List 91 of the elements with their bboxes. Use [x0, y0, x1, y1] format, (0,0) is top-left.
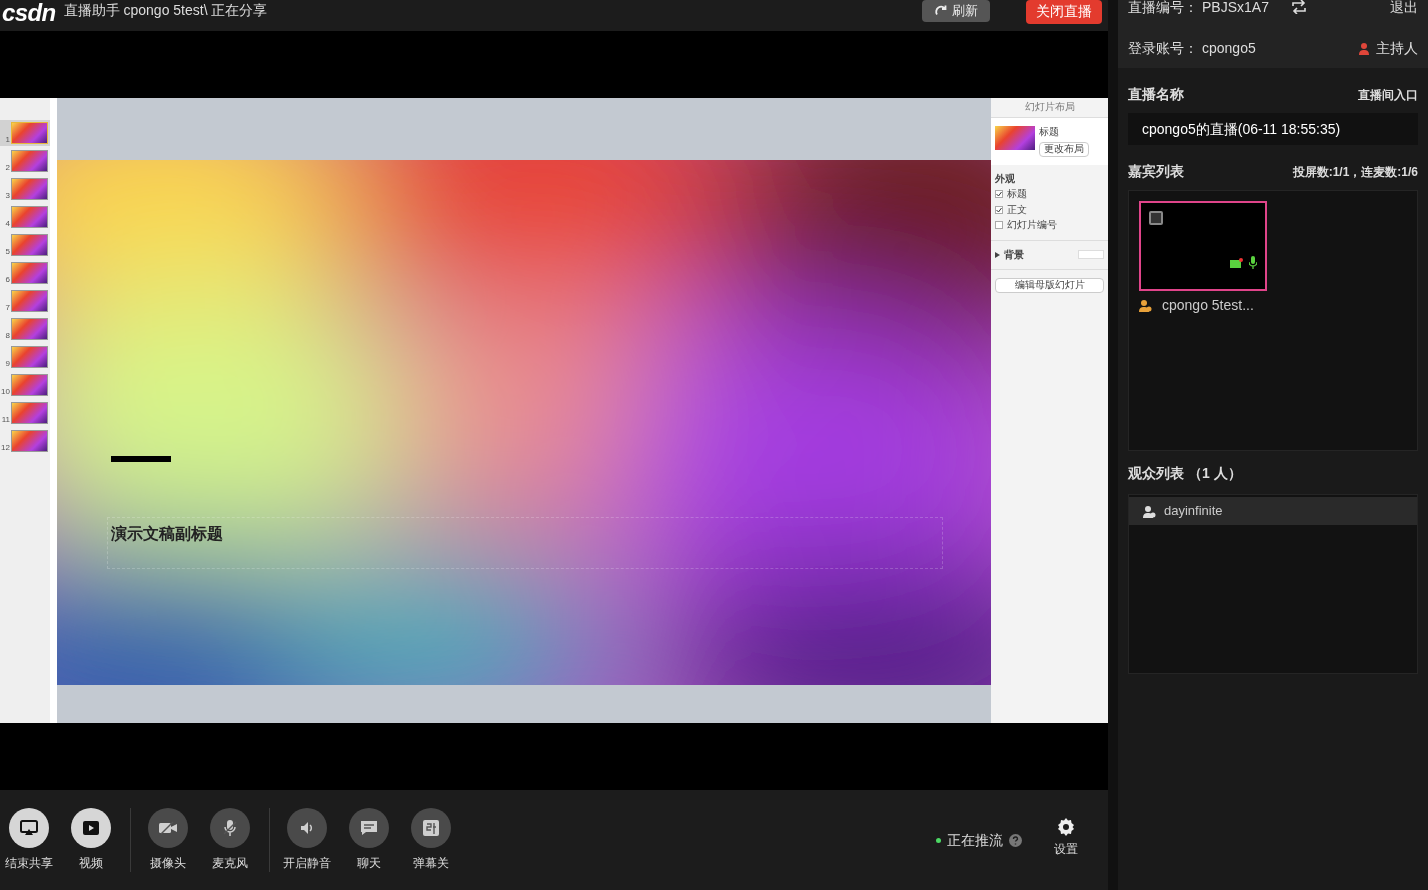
speaker-icon: [299, 820, 315, 836]
checkbox[interactable]: [995, 205, 1003, 214]
logout-link[interactable]: 退出: [1390, 0, 1418, 18]
checkbox-icon[interactable]: [1149, 211, 1163, 225]
live-id-label: 直播编号：: [1128, 0, 1198, 17]
refresh-icon: [934, 3, 948, 18]
thumbnail-image: [11, 346, 48, 368]
guest-stats: 投屏数:1/1，连麦数:1/6: [1292, 163, 1418, 181]
refresh-button[interactable]: 刷新: [922, 0, 990, 22]
host-role: 主持人: [1376, 39, 1418, 58]
option-label: 标题: [1007, 188, 1027, 201]
slide-subtitle: 演示文稿副标题: [111, 524, 223, 544]
slide-number: 1: [4, 136, 10, 144]
thumbnail-image: [11, 178, 48, 200]
settings-icon: [1057, 818, 1075, 836]
section-title: 嘉宾列表: [1128, 162, 1184, 181]
slide-thumbnail[interactable]: 9: [0, 344, 50, 370]
slide-number: 12: [1, 444, 10, 452]
chat-icon: [360, 820, 378, 836]
layout-preview: [995, 125, 1035, 150]
settings-button[interactable]: 设置: [1054, 818, 1078, 858]
slide-thumbnail[interactable]: 8: [0, 316, 50, 342]
slide-number: 11: [1, 416, 10, 424]
option-label: 正文: [1007, 203, 1027, 216]
live-name-field[interactable]: cpongo5的直播(06-11 18:55:35): [1128, 113, 1418, 145]
camera-off-icon: [159, 821, 177, 835]
slide-number: 7: [4, 304, 10, 312]
checkbox[interactable]: [995, 221, 1003, 230]
slide-thumbnail[interactable]: 3: [0, 176, 50, 202]
live-id: PBJSx1A7: [1202, 0, 1269, 17]
account-name: cpongo5: [1202, 39, 1256, 58]
window-title: 直播助手 cpongo 5test\ 正在分享: [63, 1, 268, 20]
slide-thumbnail[interactable]: 12: [0, 428, 50, 454]
slide-thumbnail[interactable]: 11: [0, 400, 50, 426]
thumbnail-image: [11, 374, 48, 396]
play-icon: [83, 821, 99, 835]
thumbnail-image: [11, 150, 48, 172]
slide-thumbnail[interactable]: 1: [0, 120, 50, 146]
slide-thumbnail[interactable]: 6: [0, 260, 50, 286]
streaming-status: 正在推流: [947, 830, 1003, 850]
background-label: 背景: [1004, 248, 1024, 261]
user-icon: [1139, 299, 1152, 312]
thumbnail-image: [11, 234, 48, 256]
slide-thumbnail[interactable]: 2: [0, 148, 50, 174]
thumbnail-image: [11, 430, 48, 452]
slide-number: 2: [4, 164, 10, 172]
audience-name: dayinfinite: [1164, 502, 1223, 521]
slide-thumbnail[interactable]: 10: [0, 372, 50, 398]
thumbnail-image: [11, 122, 48, 144]
thumbnail-image: [11, 262, 48, 284]
help-icon[interactable]: [1009, 833, 1022, 847]
slide-number: 9: [4, 360, 10, 368]
close-live-button[interactable]: 关闭直播: [1026, 0, 1102, 24]
option-label: 幻灯片编号: [1007, 219, 1057, 232]
microphone-icon: [1249, 256, 1257, 269]
slide-number: 3: [4, 192, 10, 200]
thumbnail-image: [11, 318, 48, 340]
live-room-link[interactable]: 直播间入口: [1358, 85, 1418, 104]
layout-name: 标题: [1039, 125, 1060, 138]
user-icon: [1359, 42, 1372, 55]
slide-number: 4: [4, 220, 10, 228]
user-icon: [1143, 504, 1156, 518]
expand-arrow-icon[interactable]: [995, 251, 1000, 258]
section-title: 直播名称: [1128, 85, 1184, 104]
thumbnail-image: [11, 206, 48, 228]
slide-number: 6: [4, 276, 10, 284]
slide-thumbnail[interactable]: 7: [0, 288, 50, 314]
switch-icon[interactable]: [1290, 0, 1307, 14]
section-title: 观众列表 （1 人）: [1128, 464, 1243, 483]
slide-thumbnail[interactable]: 4: [0, 204, 50, 230]
logo: csdn: [2, 0, 56, 25]
change-layout-button[interactable]: 更改布局: [1039, 142, 1089, 157]
edit-master-button[interactable]: 编辑母版幻灯片: [995, 278, 1104, 293]
screen-share-icon: [20, 820, 38, 836]
slide-number: 8: [4, 332, 10, 340]
account-label: 登录账号：: [1128, 39, 1198, 58]
thumbnail-image: [11, 290, 48, 312]
camera-icon: [1230, 258, 1243, 268]
title-bar: [111, 456, 171, 462]
guest-video-tile[interactable]: [1139, 201, 1267, 291]
audience-row[interactable]: dayinfinite: [1129, 497, 1417, 525]
guest-name: cpongo 5test...: [1162, 296, 1254, 315]
thumbnail-image: [11, 402, 48, 424]
bullet-comment-icon: [422, 819, 440, 837]
slide-number: 10: [1, 388, 10, 396]
background-swatch[interactable]: [1078, 250, 1104, 260]
microphone-off-icon: [223, 819, 237, 837]
slide-number: 5: [4, 248, 10, 256]
section-label: 外观: [995, 172, 1016, 185]
checkbox[interactable]: [995, 190, 1003, 199]
slide-thumbnail[interactable]: 5: [0, 232, 50, 258]
